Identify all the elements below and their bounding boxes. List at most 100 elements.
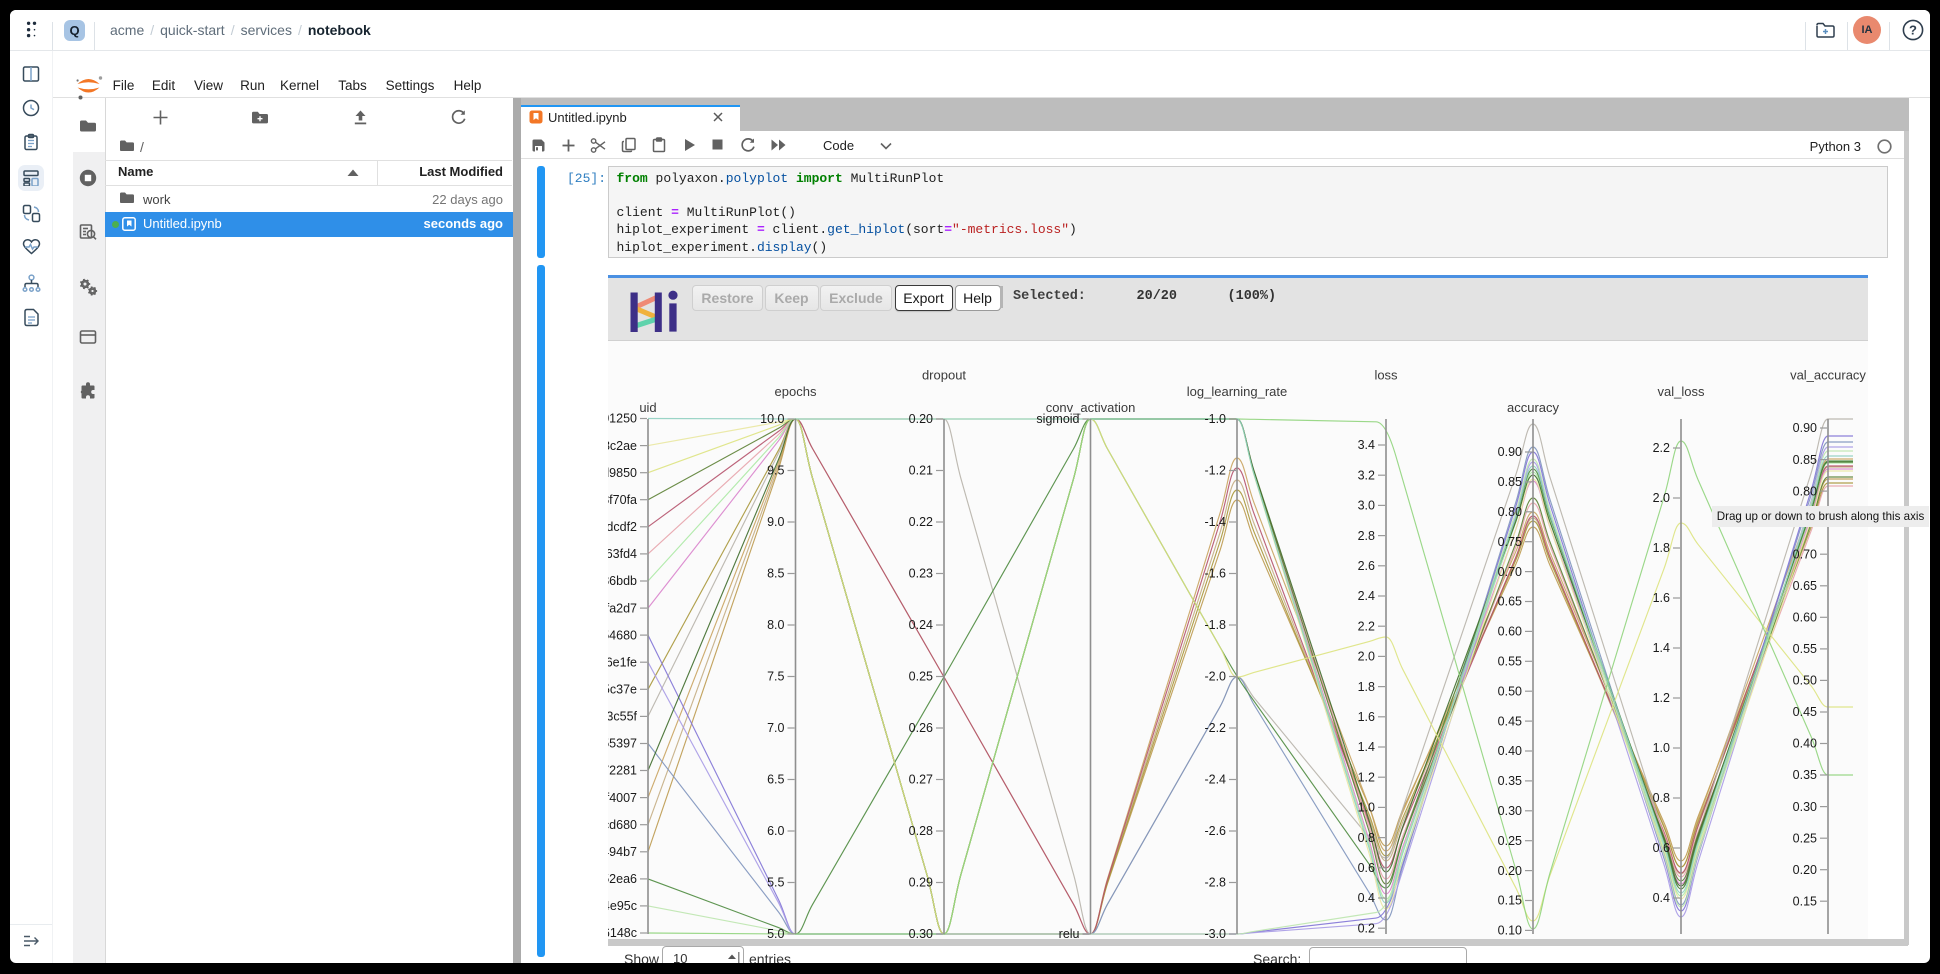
svg-text:0.55: 0.55 <box>1498 655 1522 669</box>
svg-text:1.4: 1.4 <box>1653 641 1670 655</box>
svg-text:log_learning_rate: log_learning_rate <box>1187 384 1287 399</box>
svg-text:7.0: 7.0 <box>767 721 784 735</box>
svg-text:0.60: 0.60 <box>1498 625 1522 639</box>
svg-text:10.0: 10.0 <box>760 412 784 426</box>
svg-text:9.5: 9.5 <box>767 464 784 478</box>
svg-text:0.6: 0.6 <box>1358 861 1375 875</box>
svg-text:0.2: 0.2 <box>1358 921 1375 935</box>
svg-text:0.20: 0.20 <box>1498 864 1522 878</box>
svg-text:b01250: b01250 <box>608 412 637 426</box>
svg-text:1.6: 1.6 <box>1653 591 1670 605</box>
svg-text:f8c2ae: f8c2ae <box>608 439 637 453</box>
svg-text:6.0: 6.0 <box>767 824 784 838</box>
svg-text:154680: 154680 <box>608 628 637 642</box>
svg-text:455397: 455397 <box>608 737 637 751</box>
svg-text:-1.4: -1.4 <box>1204 515 1226 529</box>
svg-text:0.15: 0.15 <box>1498 894 1522 908</box>
svg-text:0.23: 0.23 <box>909 567 933 581</box>
svg-text:1.2: 1.2 <box>1653 691 1670 705</box>
svg-text:9.0: 9.0 <box>767 515 784 529</box>
svg-text:dropout: dropout <box>922 368 966 383</box>
svg-text:-2.4: -2.4 <box>1204 773 1226 787</box>
svg-text:0.60: 0.60 <box>1793 611 1817 625</box>
svg-text:-2.0: -2.0 <box>1204 670 1226 684</box>
svg-text:dfa2d7: dfa2d7 <box>608 601 637 615</box>
svg-text:5f4007: 5f4007 <box>608 791 637 805</box>
svg-text:0.90: 0.90 <box>1498 445 1522 459</box>
svg-text:2.2: 2.2 <box>1358 619 1375 633</box>
svg-text:2.0: 2.0 <box>1653 491 1670 505</box>
svg-text:2.2: 2.2 <box>1653 441 1670 455</box>
svg-text:3.0: 3.0 <box>1358 499 1375 513</box>
svg-text:1.0: 1.0 <box>1358 801 1375 815</box>
svg-text:8.5: 8.5 <box>767 567 784 581</box>
svg-text:0.85: 0.85 <box>1498 475 1522 489</box>
svg-text:4d9850: 4d9850 <box>608 466 637 480</box>
svg-text:1.8: 1.8 <box>1358 680 1375 694</box>
svg-text:0.20: 0.20 <box>1793 863 1817 877</box>
svg-text:772281: 772281 <box>608 764 637 778</box>
svg-text:conv_activation: conv_activation <box>1046 400 1136 415</box>
svg-text:83c55f: 83c55f <box>608 710 638 724</box>
svg-text:0.70: 0.70 <box>1498 565 1522 579</box>
svg-text:0.8: 0.8 <box>1653 791 1670 805</box>
svg-text:3.4: 3.4 <box>1358 438 1375 452</box>
svg-text:0.25: 0.25 <box>909 670 933 684</box>
svg-text:1.4: 1.4 <box>1358 740 1375 754</box>
svg-text:8.0: 8.0 <box>767 618 784 632</box>
svg-text:-2.6: -2.6 <box>1204 824 1226 838</box>
svg-text:0.65: 0.65 <box>1498 595 1522 609</box>
svg-text:0.35: 0.35 <box>1793 768 1817 782</box>
svg-text:0.21: 0.21 <box>909 464 933 478</box>
svg-text:0.24: 0.24 <box>909 618 933 632</box>
svg-text:val_loss: val_loss <box>1658 384 1705 399</box>
svg-text:uid: uid <box>639 400 656 415</box>
svg-text:2.6: 2.6 <box>1358 559 1375 573</box>
svg-text:7.5: 7.5 <box>767 670 784 684</box>
svg-text:0.40: 0.40 <box>1793 737 1817 751</box>
svg-text:-1.0: -1.0 <box>1204 412 1226 426</box>
svg-text:2.0: 2.0 <box>1358 650 1375 664</box>
svg-text:2.8: 2.8 <box>1358 529 1375 543</box>
svg-text:0.25: 0.25 <box>1498 834 1522 848</box>
svg-text:263fd4: 263fd4 <box>608 547 637 561</box>
svg-text:-1.2: -1.2 <box>1204 464 1226 478</box>
svg-text:0.15: 0.15 <box>1793 895 1817 909</box>
svg-text:65c37e: 65c37e <box>608 683 637 697</box>
svg-text:0.35: 0.35 <box>1498 774 1522 788</box>
svg-text:0.80: 0.80 <box>1498 505 1522 519</box>
svg-text:0.70: 0.70 <box>1793 547 1817 561</box>
svg-text:0.30: 0.30 <box>1793 800 1817 814</box>
svg-text:1.0: 1.0 <box>1653 741 1670 755</box>
svg-text:0.8: 0.8 <box>1358 831 1375 845</box>
svg-text:94e95c: 94e95c <box>608 899 637 913</box>
svg-text:?: ? <box>1909 23 1917 38</box>
svg-text:0.27: 0.27 <box>909 773 933 787</box>
svg-text:2494b7: 2494b7 <box>608 845 637 859</box>
svg-text:-2.2: -2.2 <box>1204 721 1226 735</box>
svg-text:-1.6: -1.6 <box>1204 567 1226 581</box>
svg-text:accuracy: accuracy <box>1507 400 1560 415</box>
svg-text:0.22: 0.22 <box>909 515 933 529</box>
svg-text:0.4: 0.4 <box>1653 891 1670 905</box>
svg-text:0.10: 0.10 <box>1498 924 1522 938</box>
svg-text:0.20: 0.20 <box>909 412 933 426</box>
svg-text:0.50: 0.50 <box>1498 684 1522 698</box>
svg-text:0.75: 0.75 <box>1498 535 1522 549</box>
svg-text:2cd680: 2cd680 <box>608 818 637 832</box>
svg-text:0.30: 0.30 <box>1498 804 1522 818</box>
svg-text:6dcdf2: 6dcdf2 <box>608 520 637 534</box>
svg-text:0.45: 0.45 <box>1793 705 1817 719</box>
svg-text:6.5: 6.5 <box>767 773 784 787</box>
svg-text:0.6: 0.6 <box>1653 841 1670 855</box>
svg-text:752ea6: 752ea6 <box>608 872 637 886</box>
svg-text:loss: loss <box>1374 368 1398 383</box>
svg-text:1.6: 1.6 <box>1358 710 1375 724</box>
svg-text:0.45: 0.45 <box>1498 714 1522 728</box>
svg-text:986bdb: 986bdb <box>608 574 637 588</box>
svg-text:epochs: epochs <box>775 384 817 399</box>
svg-text:0.50: 0.50 <box>1793 674 1817 688</box>
svg-text:0.29: 0.29 <box>909 876 933 890</box>
svg-text:8f70fa: 8f70fa <box>608 493 637 507</box>
svg-text:0.4: 0.4 <box>1358 891 1375 905</box>
